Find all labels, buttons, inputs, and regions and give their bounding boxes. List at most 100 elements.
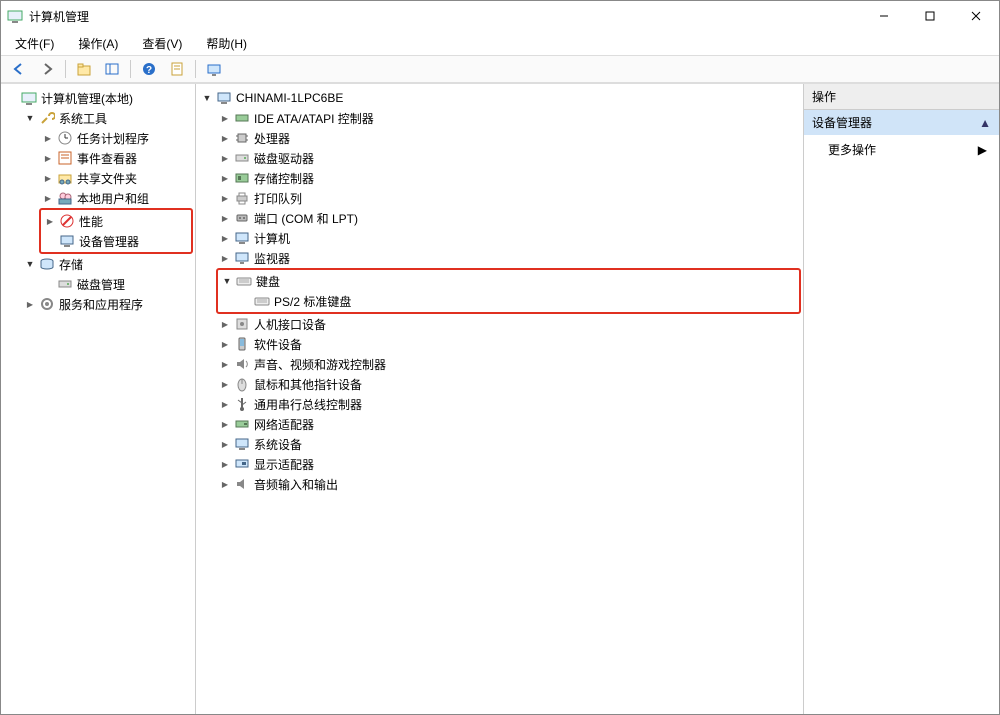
tree-root[interactable]: 计算机管理(本地) [3,88,193,108]
actions-more[interactable]: 更多操作 ▶ [804,135,999,164]
device-ports[interactable]: 端口 (COM 和 LPT) [216,208,801,228]
expander-icon[interactable] [218,457,232,471]
expander-icon[interactable] [218,251,232,265]
device-software-devices[interactable]: 软件设备 [216,334,801,354]
tree-label: 设备管理器 [79,233,139,250]
expander-icon[interactable] [218,131,232,145]
tree-label: 本地用户和组 [77,190,149,207]
tree-label: IDE ATA/ATAPI 控制器 [254,110,374,127]
tree-label: 磁盘管理 [77,276,125,293]
device-display[interactable]: 显示适配器 [216,454,801,474]
expander-icon[interactable] [218,377,232,391]
expander-icon[interactable] [218,417,232,431]
toolbar-separator [65,60,66,78]
back-button[interactable] [7,58,31,80]
tree-event-viewer[interactable]: 事件查看器 [39,148,193,168]
device-network[interactable]: 网络适配器 [216,414,801,434]
device-ide-atapi[interactable]: IDE ATA/ATAPI 控制器 [216,108,801,128]
device-mice[interactable]: 鼠标和其他指针设备 [216,374,801,394]
expander-icon[interactable] [23,111,37,125]
device-hid[interactable]: 人机接口设备 [216,314,801,334]
tree-local-users[interactable]: 本地用户和组 [39,188,193,208]
expander-icon[interactable] [23,297,37,311]
expander-icon[interactable] [218,151,232,165]
device-keyboards[interactable]: 键盘 [218,271,799,291]
scan-button[interactable] [202,58,226,80]
device-processors[interactable]: 处理器 [216,128,801,148]
device-tree-root[interactable]: CHINAMI-1LPC6BE [198,88,801,108]
device-ps2-keyboard[interactable]: PS/2 标准键盘 [236,291,799,311]
expander-icon[interactable] [218,437,232,451]
expander-icon[interactable] [41,151,55,165]
expander-icon[interactable] [220,274,234,288]
tree-label: 通用串行总线控制器 [254,396,362,413]
device-disk-drives[interactable]: 磁盘驱动器 [216,148,801,168]
menu-action[interactable]: 操作(A) [72,33,124,54]
performance-icon [59,213,75,229]
expander-icon[interactable] [43,214,57,228]
cpu-icon [234,130,250,146]
sound-icon [234,356,250,372]
maximize-button[interactable] [907,1,953,31]
keyboard-icon [254,293,270,309]
display-adapter-icon [234,456,250,472]
tree-label: 处理器 [254,130,290,147]
device-computers[interactable]: 计算机 [216,228,801,248]
up-button[interactable] [72,58,96,80]
tree-shared-folders[interactable]: 共享文件夹 [39,168,193,188]
audio-io-icon [234,476,250,492]
menu-help[interactable]: 帮助(H) [200,33,253,54]
tree-label: 事件查看器 [77,150,137,167]
device-audio-io[interactable]: 音频输入和输出 [216,474,801,494]
tree-device-manager[interactable]: 设备管理器 [41,231,191,251]
computer-management-icon [7,8,23,24]
left-tree-panel: 计算机管理(本地) 系统工具 [1,84,196,714]
device-usb[interactable]: 通用串行总线控制器 [216,394,801,414]
computer-management-icon [21,90,37,106]
tree-root-label: 计算机管理(本地) [41,90,133,107]
expander-icon[interactable] [218,477,232,491]
tree-disk-management[interactable]: 磁盘管理 [39,274,193,294]
disk-drive-icon [234,150,250,166]
expander-icon[interactable] [218,111,232,125]
minimize-button[interactable] [861,1,907,31]
actions-category[interactable]: 设备管理器 ▲ [804,110,999,135]
expander-icon[interactable] [41,171,55,185]
expander-icon[interactable] [41,191,55,205]
close-button[interactable] [953,1,999,31]
device-sound[interactable]: 声音、视频和游戏控制器 [216,354,801,374]
show-hide-tree-button[interactable] [100,58,124,80]
device-storage-controllers[interactable]: 存储控制器 [216,168,801,188]
menu-view[interactable]: 查看(V) [136,33,188,54]
device-system-devices[interactable]: 系统设备 [216,434,801,454]
menu-file[interactable]: 文件(F) [9,33,60,54]
forward-button[interactable] [35,58,59,80]
expander-icon[interactable] [218,317,232,331]
tree-performance[interactable]: 性能 [41,211,191,231]
expander-icon[interactable] [41,131,55,145]
properties-button[interactable] [165,58,189,80]
storage-controller-icon [234,170,250,186]
tree-storage[interactable]: 存储 [21,254,193,274]
tree-system-tools[interactable]: 系统工具 [21,108,193,128]
expander-icon[interactable] [218,357,232,371]
tree-label: 磁盘驱动器 [254,150,314,167]
help-button[interactable]: ? [137,58,161,80]
ide-controller-icon [234,110,250,126]
tree-task-scheduler[interactable]: 任务计划程序 [39,128,193,148]
expander-icon[interactable] [23,257,37,271]
toolbar-separator [195,60,196,78]
tree-label: 系统工具 [59,110,107,127]
expander-icon[interactable] [218,211,232,225]
tree-services-apps[interactable]: 服务和应用程序 [21,294,193,314]
tree-label: 系统设备 [254,436,302,453]
expander-icon[interactable] [218,337,232,351]
device-print-queues[interactable]: 打印队列 [216,188,801,208]
expander-icon[interactable] [218,397,232,411]
device-monitors[interactable]: 监视器 [216,248,801,268]
expander-icon[interactable] [200,91,214,105]
expander-icon[interactable] [218,191,232,205]
tree-label: PS/2 标准键盘 [274,293,351,310]
expander-icon[interactable] [218,171,232,185]
expander-icon[interactable] [218,231,232,245]
